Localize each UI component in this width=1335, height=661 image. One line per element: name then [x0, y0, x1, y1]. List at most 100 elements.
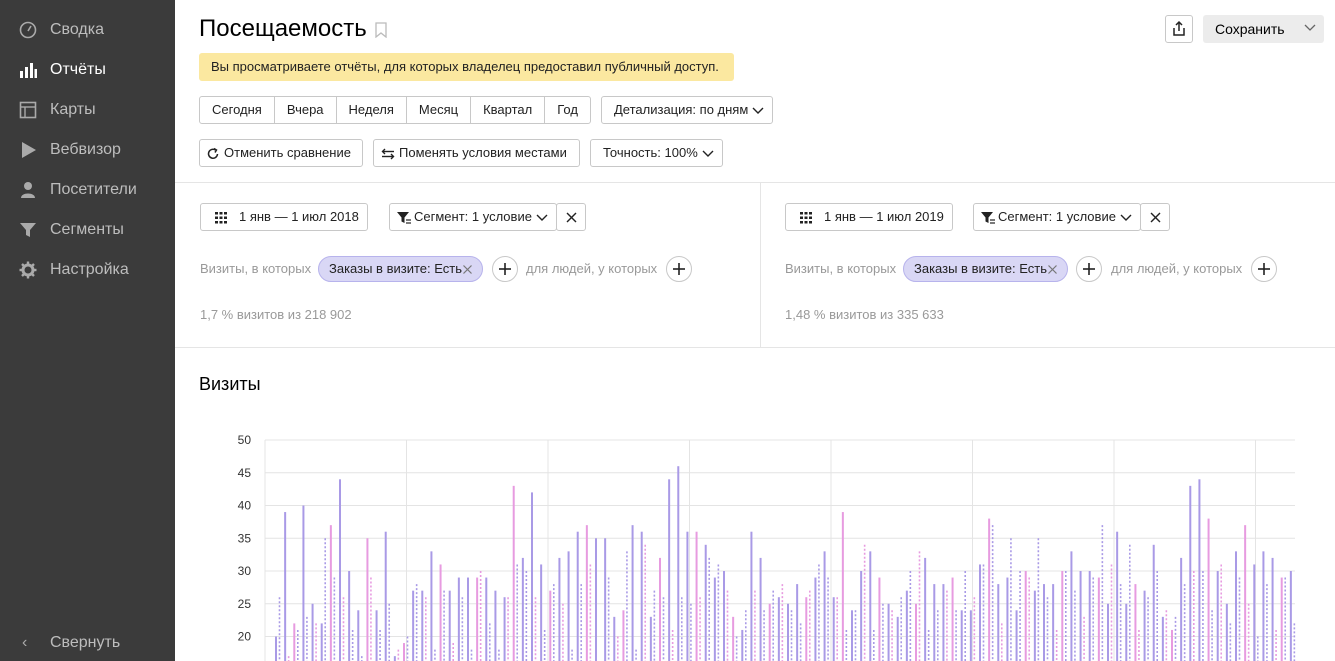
bar-chart-icon	[20, 63, 37, 78]
sidebar-item-visitors[interactable]: Посетители	[0, 170, 175, 210]
chart-bar	[851, 610, 853, 661]
chart-bar	[723, 571, 725, 661]
chart-bar	[1006, 577, 1009, 661]
add-visit-condition-button[interactable]	[1076, 256, 1102, 282]
chart-bar	[841, 512, 844, 661]
chart-bar	[915, 603, 917, 661]
chart-bar	[686, 531, 689, 661]
sidebar-item-summary[interactable]: Сводка	[0, 10, 175, 50]
visits-chart: 50 45 40 35 30 25 20	[238, 433, 1296, 661]
chart-bar	[1152, 544, 1155, 661]
cancel-compare-button[interactable]: Отменить сравнение	[199, 139, 363, 167]
chart-bar	[585, 525, 588, 661]
export-button[interactable]	[1165, 15, 1193, 43]
add-people-condition-button[interactable]	[666, 256, 692, 282]
chart-bar	[1061, 571, 1064, 661]
condition-chip-label: Заказы в визите: Есть	[329, 261, 462, 276]
chart-bar	[329, 525, 332, 661]
chart-bar	[1235, 551, 1237, 661]
chart-bar	[403, 643, 405, 661]
segment-stat: 1,7 % визитов из 218 902	[200, 307, 352, 322]
accuracy-label: Точность: 100%	[603, 145, 698, 160]
chart-bar	[430, 551, 433, 661]
divider	[175, 347, 1335, 348]
chart-bar	[512, 485, 515, 661]
chart-bar	[750, 531, 753, 661]
chart-bar	[1134, 584, 1137, 661]
chart-bar	[1161, 616, 1164, 661]
chart-bar	[357, 610, 360, 661]
chart-bar	[1070, 551, 1073, 661]
calendar-icon	[800, 212, 812, 224]
period-yesterday[interactable]: Вчера	[275, 97, 337, 123]
sidebar-item-label: Карты	[50, 101, 96, 118]
date-range-button[interactable]: 1 янв — 1 июл 2018	[200, 203, 368, 231]
condition-chip[interactable]: Заказы в визите: Есть	[903, 256, 1068, 282]
chart-bar	[293, 623, 296, 661]
add-people-condition-button[interactable]	[1251, 256, 1277, 282]
chart-bar	[1079, 571, 1082, 661]
gear-icon	[19, 261, 37, 279]
chart-bar	[869, 551, 872, 661]
divider	[760, 183, 761, 347]
chart-bar	[1043, 584, 1045, 661]
remove-segment-button[interactable]	[556, 203, 586, 231]
chart-bar	[1125, 603, 1128, 661]
chart-bar	[1107, 603, 1109, 661]
sidebar-item-settings[interactable]: Настройка	[0, 250, 175, 290]
chart-bar	[1097, 577, 1100, 661]
segment-stat: 1,48 % визитов из 335 633	[785, 307, 944, 322]
sidebar-item-reports[interactable]: Отчёты	[0, 50, 175, 90]
remove-segment-button[interactable]	[1140, 203, 1170, 231]
chart-bar	[805, 597, 808, 661]
period-year[interactable]: Год	[545, 97, 590, 123]
chart-bar	[595, 538, 597, 661]
swap-conditions-button[interactable]: Поменять условия местами	[373, 139, 580, 167]
period-week[interactable]: Неделя	[337, 97, 407, 123]
chart-bar	[814, 577, 817, 661]
detail-dropdown[interactable]: Детализация: по дням	[601, 96, 773, 124]
bookmark-icon[interactable]	[375, 22, 387, 38]
chart-bar	[476, 577, 479, 661]
chart-bar	[997, 584, 1000, 661]
share-icon	[1173, 20, 1185, 36]
funnel-icon	[397, 212, 411, 224]
accuracy-dropdown[interactable]: Точность: 100%	[590, 139, 723, 167]
sidebar-item-webvisor[interactable]: Вебвизор	[0, 130, 175, 170]
close-icon[interactable]	[1048, 265, 1057, 274]
chart-bar	[613, 616, 616, 661]
period-today[interactable]: Сегодня	[200, 97, 275, 123]
chart-bar	[567, 551, 570, 661]
date-range-button[interactable]: 1 янв — 1 июл 2019	[785, 203, 953, 231]
collapse-label: Свернуть	[50, 634, 121, 651]
sidebar-item-maps[interactable]: Карты	[0, 90, 175, 130]
plus-icon	[1083, 263, 1095, 275]
period-quarter[interactable]: Квартал	[471, 97, 546, 123]
y-tick-label: 30	[238, 564, 252, 578]
chart-bar	[787, 603, 789, 661]
segment-dropdown[interactable]: Сегмент: 1 условие	[389, 203, 557, 231]
chart-bar	[1180, 557, 1183, 661]
condition-chip[interactable]: Заказы в визите: Есть	[318, 256, 483, 282]
chart-bar	[1198, 479, 1201, 661]
page-title: Посещаемость	[199, 15, 367, 42]
chevron-down-icon	[1120, 214, 1132, 221]
segment-dropdown[interactable]: Сегмент: 1 условие	[973, 203, 1141, 231]
add-visit-condition-button[interactable]	[492, 256, 518, 282]
save-button[interactable]: Сохранить	[1203, 15, 1324, 43]
chart-bar	[503, 597, 506, 661]
visits-condition-label: Визиты, в которых	[785, 261, 897, 276]
sidebar-item-label: Сегменты	[50, 221, 124, 238]
period-month[interactable]: Месяц	[407, 97, 472, 123]
chart-bar	[284, 512, 287, 661]
sidebar-item-segments[interactable]: Сегменты	[0, 210, 175, 250]
segment-label: Сегмент: 1 условие	[414, 209, 532, 224]
chart-bar	[485, 577, 488, 661]
chart-bar	[1189, 485, 1192, 661]
collapse-button[interactable]: ‹ Свернуть	[0, 624, 175, 661]
close-icon	[1150, 212, 1161, 223]
chart-bar	[457, 577, 460, 661]
close-icon[interactable]	[463, 265, 472, 274]
y-tick-label: 25	[238, 597, 252, 611]
condition-chip-label: Заказы в визите: Есть	[914, 261, 1047, 276]
